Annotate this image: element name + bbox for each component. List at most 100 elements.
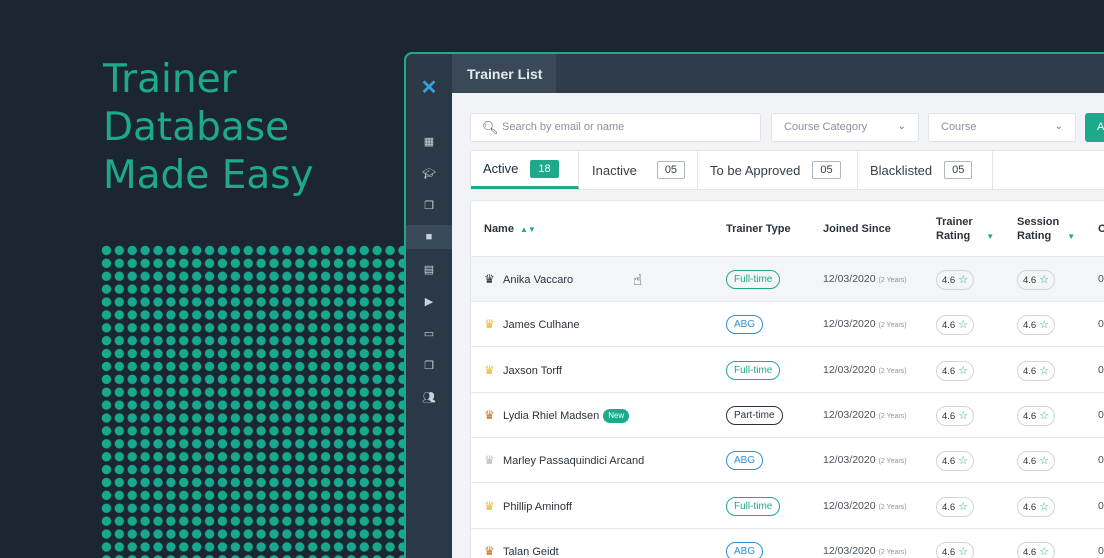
tab-count: 05	[656, 161, 686, 179]
logo-icon[interactable]: ✕	[418, 77, 440, 99]
search-input[interactable]: 🔍︎ Search by email or name	[470, 113, 761, 142]
column-session-rating-label: Rating ▼	[1017, 230, 1076, 242]
course-placeholder: Course	[941, 121, 977, 133]
trainer-table: Name ▲▼ Trainer Type Joined Since Trainer…	[470, 200, 1104, 558]
joined-date: 12/03/2020 (2 Years)	[823, 363, 907, 376]
session-rating: 4.6 ☆	[1017, 405, 1056, 426]
dashboard-icon[interactable]: ▦	[417, 129, 441, 153]
column-session-rating-label: Session	[1017, 216, 1060, 228]
crown-icon: ♛	[484, 498, 495, 513]
table-row[interactable]: ♛ Marley Passaquindici Arcand ABG 12/03/202…	[471, 438, 1104, 484]
users-icon[interactable]: 👥︎	[417, 385, 441, 409]
trainer-name[interactable]: Anika Vaccaro	[503, 257, 573, 303]
session-rating: 4.6 ☆	[1017, 451, 1056, 472]
star-icon: ☆	[1039, 319, 1050, 332]
joined-date: 12/03/2020 (2 Years)	[823, 544, 907, 557]
sort-icon[interactable]: ▼	[986, 232, 994, 241]
trainer-name[interactable]: James Culhane	[503, 302, 579, 348]
main-content: 🔍︎ Search by email or name Course Catego…	[452, 93, 1104, 558]
monitor-icon[interactable]: ▭	[417, 321, 441, 345]
tab-to-be-approved[interactable]: To be Approved 05	[698, 151, 858, 189]
trainer-type-badge: Part-time	[726, 405, 783, 425]
sort-icon[interactable]: ▼	[1067, 232, 1075, 241]
add-button[interactable]: A	[1085, 113, 1104, 142]
column-trainer-rating[interactable]: Trainer Rating ▼	[936, 215, 994, 244]
chevron-down-icon: ⌄	[1054, 121, 1063, 132]
column-name-label: Name	[484, 223, 514, 235]
tab-count: 05	[812, 161, 841, 179]
clipped-value: 0	[1098, 499, 1104, 512]
table-row[interactable]: ♛ Talan Geidt ABG 12/03/2020 (2 Years) 4.6 ☆ 4.…	[471, 529, 1104, 558]
table-row[interactable]: ♛ Lydia Rhiel Madsen New Part-time 12/03/202…	[471, 393, 1104, 438]
trainer-name[interactable]: Phillip Aminoff	[503, 484, 572, 530]
star-icon: ☆	[1039, 364, 1050, 377]
search-icon: 🔍︎	[482, 120, 499, 135]
column-session-rating[interactable]: Session Rating ▼	[1017, 215, 1075, 244]
joined-date: 12/03/2020 (2 Years)	[823, 408, 907, 421]
column-trainer-type[interactable]: Trainer Type	[726, 222, 791, 236]
joined-date: 12/03/2020 (2 Years)	[823, 499, 907, 512]
crown-icon: ♛	[484, 317, 495, 332]
trainer-name[interactable]: Jaxson Torff	[503, 348, 562, 394]
tab-label: Inactive	[592, 162, 637, 178]
play-icon[interactable]: ▶	[417, 289, 441, 313]
trainer-type-badge: Full-time	[726, 360, 781, 380]
session-rating: 4.6 ☆	[1017, 541, 1056, 558]
course-select[interactable]: Course ⌄	[928, 113, 1076, 142]
hero-headline: Trainer Database Made Easy	[103, 56, 393, 200]
star-icon: ☆	[1039, 409, 1050, 422]
graduation-cap-icon[interactable]: 🎓︎	[417, 161, 441, 185]
clipped-value: 0	[1098, 454, 1104, 467]
column-trainer-rating-label: Rating ▼	[936, 230, 995, 242]
tab-count: 18	[530, 159, 559, 178]
column-joined-since[interactable]: Joined Since	[823, 222, 891, 236]
tab-label: To be Approved	[710, 162, 801, 178]
table-row[interactable]: ♛ Anika Vaccaro Full-time 12/03/2020 (2 Year…	[471, 257, 1104, 302]
table-row[interactable]: ♛ James Culhane ABG 12/03/2020 (2 Years) 4.6 ☆…	[471, 302, 1104, 348]
trainer-rating: 4.6 ☆	[936, 496, 975, 517]
documents-icon[interactable]: ❐	[417, 193, 441, 217]
star-icon: ☆	[958, 274, 969, 286]
trainer-type-badge: ABG	[726, 541, 764, 558]
trainer-rating: 4.6 ☆	[936, 270, 975, 290]
tab-blacklisted[interactable]: Blacklisted 05	[858, 151, 993, 189]
window-title-tab[interactable]: Trainer List	[452, 54, 556, 93]
session-rating: 4.6 ☆	[1017, 496, 1056, 517]
joined-date: 12/03/2020 (2 Years)	[823, 454, 907, 467]
trainer-name[interactable]: Marley Passaquindici Arcand	[503, 438, 644, 484]
course-category-placeholder: Course Category	[784, 121, 868, 133]
star-icon: ☆	[1039, 500, 1050, 513]
new-badge: New	[603, 408, 630, 423]
session-rating: 4.6 ☆	[1017, 270, 1056, 290]
crown-icon: ♛	[484, 362, 495, 377]
screen-icon[interactable]: ▤	[417, 257, 441, 281]
course-category-select[interactable]: Course Category ⌄	[771, 113, 919, 142]
trainer-name[interactable]: Talan Geidt	[503, 529, 559, 558]
sort-icon[interactable]: ▲▼	[520, 225, 536, 234]
trainer-name[interactable]: Lydia Rhiel Madsen New	[503, 393, 630, 439]
table-header: Name ▲▼ Trainer Type Joined Since Trainer…	[471, 201, 1104, 257]
video-camera-icon[interactable]: ■	[406, 225, 452, 249]
trainer-type-badge: ABG	[726, 451, 764, 471]
table-row[interactable]: ♛ Phillip Aminoff Full-time 12/03/2020 (2 Ye…	[471, 484, 1104, 529]
column-clipped[interactable]: C	[1098, 222, 1104, 236]
clipped-value: 0	[1098, 318, 1104, 331]
crown-icon: ♛	[484, 407, 495, 422]
trainer-rating: 4.6 ☆	[936, 541, 975, 558]
table-row[interactable]: ♛ Jaxson Torff Full-time 12/03/2020 (2 Years…	[471, 348, 1104, 393]
star-icon: ☆	[958, 500, 969, 513]
star-icon: ☆	[958, 319, 969, 332]
tab-inactive[interactable]: Inactive 05	[579, 151, 698, 189]
crown-icon: ♛	[484, 272, 495, 286]
star-icon: ☆	[958, 364, 969, 377]
clipped-value: 0	[1098, 363, 1104, 376]
copy-icon[interactable]: ❐	[417, 353, 441, 377]
trainer-type-badge: Full-time	[726, 270, 781, 289]
crown-icon: ♛	[484, 543, 495, 558]
tab-active[interactable]: Active 18	[471, 151, 579, 189]
trainer-rating: 4.6 ☆	[936, 451, 975, 472]
clipped-value: 0	[1098, 273, 1104, 285]
trainer-rating: 4.6 ☆	[936, 405, 975, 426]
column-name[interactable]: Name ▲▼	[484, 222, 536, 237]
joined-date: 12/03/2020 (2 Years)	[823, 273, 907, 285]
